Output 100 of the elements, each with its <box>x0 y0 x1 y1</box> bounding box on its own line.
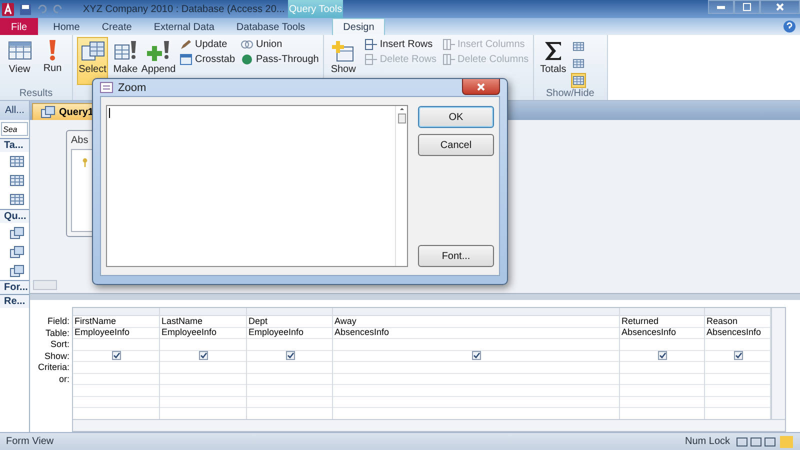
text-area[interactable] <box>106 105 408 267</box>
nav-section-header[interactable]: Re... <box>0 294 29 308</box>
columns-icon <box>442 54 455 65</box>
scroll-bar[interactable] <box>72 419 785 431</box>
maximize-button[interactable] <box>734 0 760 14</box>
field-cell[interactable]: Reason <box>704 316 770 328</box>
toggle-button[interactable] <box>570 56 586 71</box>
nav-pane-header[interactable]: All... <box>0 101 29 120</box>
table-icon <box>10 156 24 167</box>
nav-section-header[interactable]: Ta... <box>0 138 29 152</box>
scroll-bar[interactable] <box>33 280 57 290</box>
show-checkbox[interactable] <box>112 351 122 360</box>
group-label: Results <box>18 88 54 100</box>
maximize-icon <box>743 3 751 11</box>
table-icon <box>572 59 584 68</box>
crosstab-icon <box>180 54 192 65</box>
minimize-button[interactable] <box>708 0 734 14</box>
group-label: Show/Hide <box>545 88 596 100</box>
columns-icon <box>442 39 455 50</box>
ribbon-tab[interactable]: Create <box>90 18 143 35</box>
show-checkbox[interactable] <box>472 351 482 360</box>
query-icon <box>10 264 24 276</box>
save-icon[interactable] <box>20 4 31 14</box>
ribbon-button[interactable]: Update <box>180 39 236 50</box>
splitter-bar[interactable] <box>30 293 800 300</box>
row-label: Sort: <box>50 339 71 350</box>
key-icon <box>82 158 88 167</box>
table-cell[interactable]: EmployeeInfo <box>160 328 246 339</box>
redo-icon[interactable] <box>53 4 63 14</box>
dialog-title: Zoom <box>118 82 146 94</box>
table-icon <box>572 42 584 51</box>
table-icon <box>10 175 24 186</box>
scroll-bar[interactable] <box>395 106 407 266</box>
rows-icon <box>364 54 377 65</box>
dialog-button[interactable]: Font... <box>418 245 494 267</box>
field-cell[interactable]: LastName <box>160 316 246 328</box>
dialog-button[interactable]: Cancel <box>418 134 494 156</box>
nav-section-header[interactable]: For... <box>0 280 29 294</box>
ribbon-button[interactable]: Union <box>241 39 319 50</box>
exclamation-icon <box>49 40 56 61</box>
minimize-icon <box>717 6 725 8</box>
field-cell[interactable]: FirstName <box>72 316 159 328</box>
table-cell[interactable]: AbsencesInfo <box>620 328 704 339</box>
ribbon-button[interactable]: Insert Rows <box>364 39 437 50</box>
show-checkbox[interactable] <box>734 351 743 360</box>
query-icon <box>10 226 24 238</box>
query-icon <box>10 246 24 258</box>
show-checkbox[interactable] <box>658 351 668 360</box>
field-cell[interactable]: Dept <box>246 316 332 328</box>
ribbon-tab[interactable]: Home <box>42 18 91 35</box>
help-icon[interactable] <box>783 20 796 33</box>
scroll-bar[interactable] <box>770 308 785 419</box>
show-checkbox[interactable] <box>199 351 208 360</box>
column-selector[interactable] <box>72 308 159 316</box>
window-title: XYZ Company 2010 : Database (Access 20... <box>83 4 285 14</box>
ribbon-button[interactable]: Totals <box>538 37 569 85</box>
ribbon-tab[interactable]: Database Tools <box>225 18 316 35</box>
undo-icon[interactable] <box>37 4 47 14</box>
nav-section-header[interactable]: Qu... <box>0 209 29 223</box>
column-selector[interactable] <box>160 308 246 316</box>
search-field[interactable]: Sea <box>1 122 28 136</box>
ribbon-button[interactable]: Select <box>77 37 108 85</box>
column-selector[interactable] <box>620 308 704 316</box>
append-icon <box>146 40 170 62</box>
field-cell[interactable]: Away <box>332 316 619 328</box>
ribbon-button[interactable]: Run <box>37 37 68 85</box>
text-cursor-icon <box>109 108 110 118</box>
table-cell[interactable]: EmployeeInfo <box>72 328 159 339</box>
ribbon-button[interactable]: Crosstab <box>180 54 236 65</box>
row-label: Table: <box>44 328 71 339</box>
column-selector[interactable] <box>246 308 332 316</box>
globe-icon <box>241 54 254 65</box>
row-label: Criteria: <box>38 362 71 374</box>
show-checkbox[interactable] <box>286 351 295 360</box>
ribbon-tab[interactable]: External Data <box>142 18 226 35</box>
dialog-button[interactable]: OK <box>418 106 494 128</box>
table-title: Abs <box>71 135 90 146</box>
status-text: Num Lock <box>684 436 730 447</box>
row-label: Field: <box>46 316 71 328</box>
column-selector[interactable] <box>704 308 770 316</box>
field-cell[interactable]: Returned <box>620 316 704 328</box>
column-selector[interactable] <box>332 308 619 316</box>
table-cell[interactable]: EmployeeInfo <box>246 328 332 339</box>
table-cell[interactable]: AbsencesInfo <box>704 328 770 339</box>
ribbon-tab[interactable]: File <box>0 18 38 35</box>
dialog-icon <box>100 82 113 93</box>
toggle-button[interactable] <box>570 73 586 88</box>
ribbon-button[interactable]: View <box>4 37 35 85</box>
close-button[interactable] <box>760 0 800 14</box>
ribbon-tab[interactable]: Design <box>332 18 386 35</box>
close-button[interactable] <box>462 79 500 95</box>
table-icon <box>10 194 24 205</box>
ribbon-button[interactable]: Show <box>328 37 359 85</box>
grid-icon <box>8 40 32 62</box>
view-icons-drawing[interactable] <box>736 436 794 448</box>
toggle-button[interactable] <box>570 39 586 54</box>
query-icon <box>41 106 55 118</box>
rows-icon <box>364 39 377 50</box>
ribbon-button[interactable]: Pass-Through <box>241 54 319 65</box>
table-cell[interactable]: AbsencesInfo <box>332 328 619 339</box>
